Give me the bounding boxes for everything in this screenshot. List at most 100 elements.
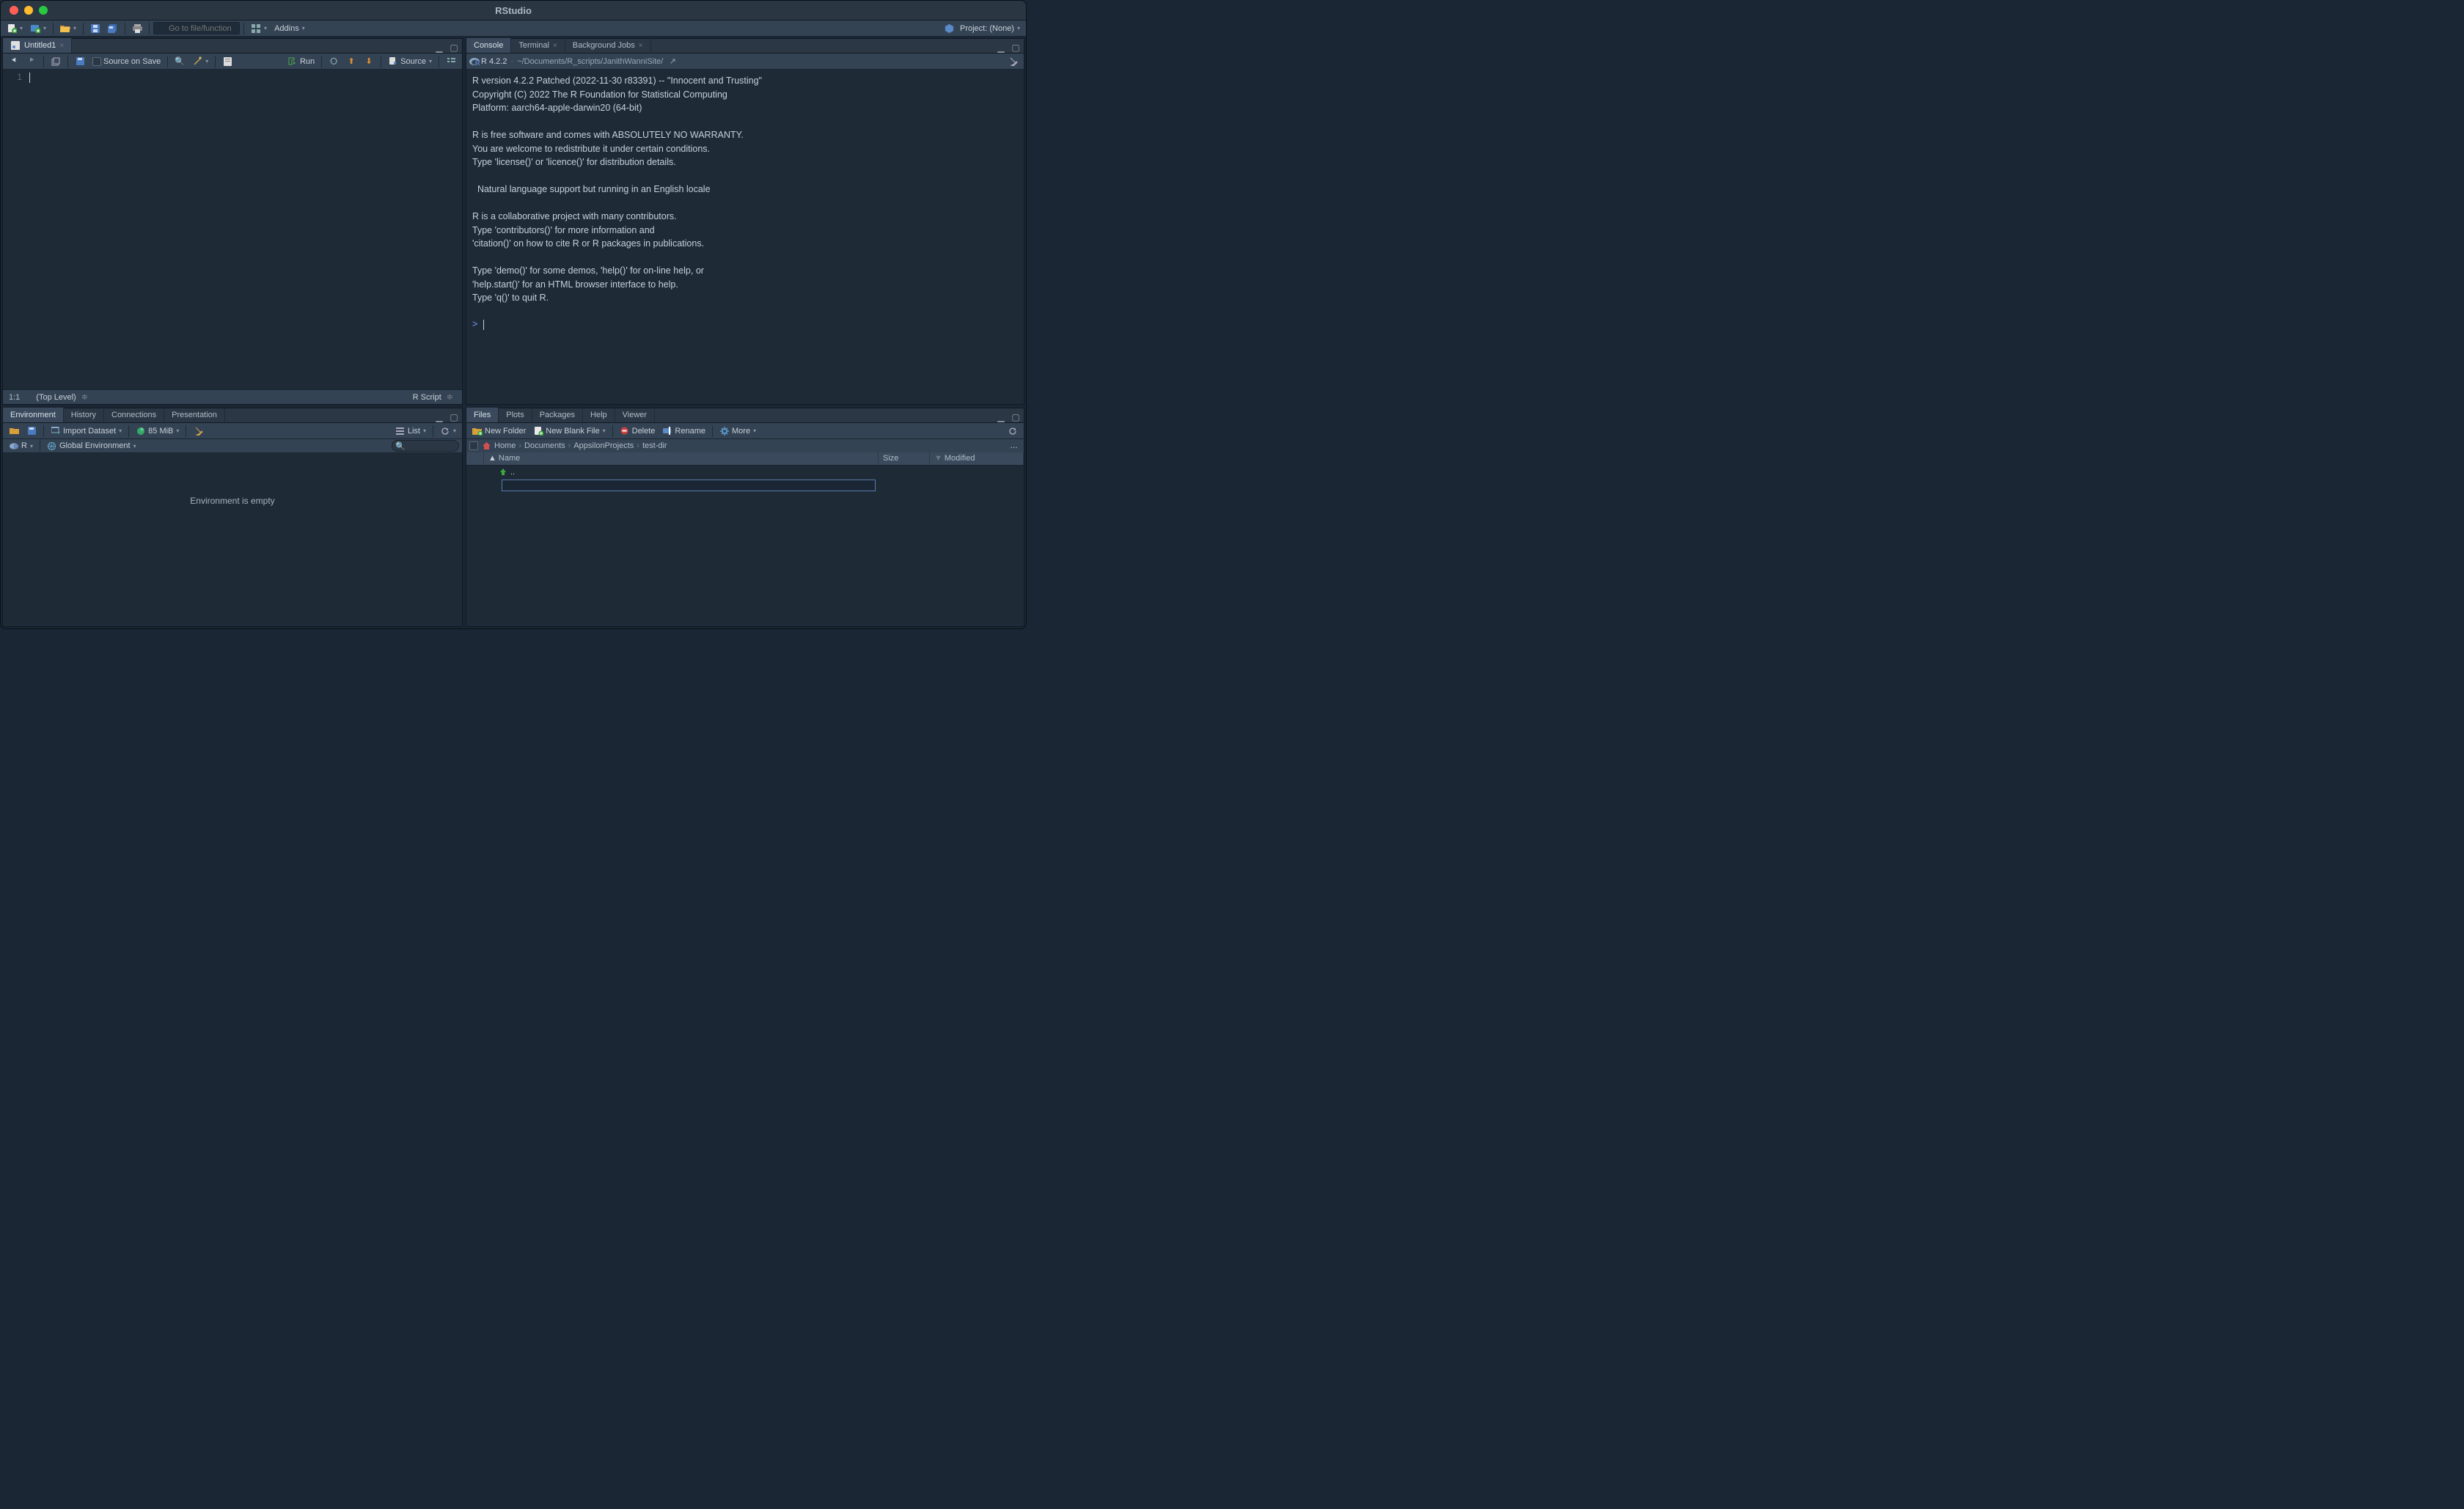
select-all-checkbox[interactable] <box>469 441 478 450</box>
parent-dir-label: .. <box>510 468 515 477</box>
path-more-button[interactable]: … <box>1007 439 1021 452</box>
more-button[interactable]: More ▾ <box>716 425 759 438</box>
lang-selector[interactable]: R R ▾ <box>6 439 36 452</box>
print-button[interactable] <box>129 22 145 35</box>
clear-console-button[interactable] <box>1005 54 1021 67</box>
new-blank-file-button[interactable]: New Blank File ▾ <box>530 425 608 438</box>
maximize-pane-icon[interactable]: ▢ <box>449 412 459 422</box>
tab-help[interactable]: Help <box>583 408 615 422</box>
new-file-button[interactable]: ▾ <box>4 22 26 35</box>
compile-report-button[interactable] <box>219 55 235 68</box>
find-button[interactable]: 🔍 <box>172 55 188 68</box>
open-file-button[interactable]: ▾ <box>57 22 79 35</box>
popout-icon <box>51 56 61 67</box>
tab-history[interactable]: History <box>64 408 104 422</box>
refresh-env-button[interactable]: ▾ <box>437 425 459 438</box>
working-directory[interactable]: ~/Documents/R_scripts/JanithWanniSite/ <box>517 57 663 66</box>
save-all-button[interactable] <box>105 22 121 35</box>
tab-packages[interactable]: Packages <box>532 408 583 422</box>
source-button[interactable]: Source ▾ <box>385 55 435 68</box>
maximize-pane-icon[interactable]: ▢ <box>1011 412 1021 422</box>
col-size[interactable]: Size <box>879 452 930 465</box>
tab-viewer[interactable]: Viewer <box>615 408 655 422</box>
open-wd-button[interactable]: ↗ <box>664 55 681 68</box>
col-modified[interactable]: ▼Modified <box>930 452 1024 465</box>
tab-connections[interactable]: Connections <box>104 408 164 422</box>
minimize-pane-icon[interactable]: ▁ <box>996 43 1006 53</box>
new-project-button[interactable]: ▾ <box>27 22 49 35</box>
import-dataset-button[interactable]: Import Dataset ▾ <box>48 425 125 438</box>
scope-selector[interactable]: Global Environment ▾ <box>44 439 139 452</box>
wand-button[interactable]: ▾ <box>189 55 211 68</box>
breadcrumb-home[interactable]: Home <box>494 441 516 450</box>
minimize-pane-icon[interactable]: ▁ <box>434 43 444 53</box>
clear-env-button[interactable] <box>190 425 206 438</box>
run-button[interactable]: Run <box>285 55 318 68</box>
editor-body[interactable]: 1 <box>3 70 462 389</box>
memory-button[interactable]: 85 MiB ▾ <box>133 425 182 438</box>
show-in-new-window-button[interactable] <box>48 55 64 68</box>
lang-label: R <box>21 441 27 450</box>
source-on-save-checkbox[interactable]: Source on Save <box>89 55 164 68</box>
home-icon[interactable] <box>481 441 491 451</box>
tab-environment[interactable]: Environment <box>3 408 64 422</box>
r-logo-icon: R <box>9 441 19 451</box>
tab-presentation[interactable]: Presentation <box>164 408 225 422</box>
view-mode-label: List <box>408 427 420 436</box>
save-editor-button[interactable] <box>72 55 88 68</box>
window-maximize-button[interactable] <box>39 6 48 15</box>
editor-tab-title: Untitled1 <box>24 41 56 50</box>
close-icon[interactable]: × <box>553 42 557 50</box>
save-icon <box>90 23 100 34</box>
close-icon[interactable]: × <box>639 42 643 50</box>
minimize-pane-icon[interactable]: ▁ <box>996 412 1006 422</box>
new-file-name-input[interactable] <box>502 480 876 491</box>
tab-background-jobs[interactable]: Background Jobs× <box>565 38 651 53</box>
tab-files[interactable]: Files <box>466 408 499 422</box>
parent-dir-row[interactable]: .. <box>466 466 1024 479</box>
tab-plots[interactable]: Plots <box>499 408 532 422</box>
window-minimize-button[interactable] <box>24 6 33 15</box>
console-body[interactable]: R version 4.2.2 Patched (2022-11-30 r833… <box>466 70 1024 404</box>
save-button[interactable] <box>87 22 103 35</box>
rename-button[interactable]: Rename <box>659 425 708 438</box>
memory-label: 85 MiB <box>148 427 173 436</box>
editor-tab-untitled1[interactable]: Untitled1 × <box>3 38 72 53</box>
file-type-selector[interactable]: R Script ≑ <box>410 391 456 404</box>
minimize-pane-icon[interactable]: ▁ <box>434 412 444 422</box>
maximize-pane-icon[interactable]: ▢ <box>1011 43 1021 53</box>
goto-file-function-input[interactable] <box>153 22 240 34</box>
load-workspace-button[interactable] <box>6 425 22 438</box>
refresh-files-button[interactable] <box>1005 425 1021 438</box>
new-folder-button[interactable]: New Folder <box>469 425 529 438</box>
go-to-prev-button[interactable]: ⬆ <box>343 55 359 68</box>
console-prompt: > <box>472 319 477 329</box>
import-dataset-label: Import Dataset <box>63 427 116 436</box>
breadcrumb-documents[interactable]: Documents <box>524 441 565 450</box>
tab-console[interactable]: Console <box>466 38 511 53</box>
delete-button[interactable]: Delete <box>617 425 659 438</box>
re-run-button[interactable] <box>326 55 342 68</box>
close-icon[interactable]: × <box>59 42 64 50</box>
code-area[interactable] <box>26 70 462 389</box>
view-mode-button[interactable]: List ▾ <box>392 425 429 438</box>
go-to-next-button[interactable]: ⬇ <box>361 55 377 68</box>
breadcrumb-appsilon[interactable]: AppsilonProjects <box>573 441 634 450</box>
breadcrumb-testdir[interactable]: test-dir <box>642 441 667 450</box>
line-number: 1 <box>3 72 22 82</box>
down-arrow-icon: ⬇ <box>364 56 374 67</box>
project-menu[interactable]: Project: (None) ▾ <box>957 22 1023 35</box>
scope-selector[interactable]: (Top Level) ≑ <box>33 391 91 404</box>
forward-button[interactable]: ⯈ <box>23 55 40 68</box>
col-name[interactable]: ▲Name <box>484 452 879 465</box>
tab-terminal[interactable]: Terminal× <box>511 38 565 53</box>
cursor-position: 1:1 <box>9 393 20 402</box>
outline-button[interactable] <box>443 55 459 68</box>
scope-label: Global Environment <box>59 441 131 450</box>
save-workspace-button[interactable] <box>23 425 40 438</box>
window-close-button[interactable] <box>10 6 18 15</box>
grid-button[interactable]: ▾ <box>248 22 270 35</box>
maximize-pane-icon[interactable]: ▢ <box>449 43 459 53</box>
addins-button[interactable]: Addins ▾ <box>271 22 308 35</box>
back-button[interactable]: ⯇ <box>6 55 22 68</box>
